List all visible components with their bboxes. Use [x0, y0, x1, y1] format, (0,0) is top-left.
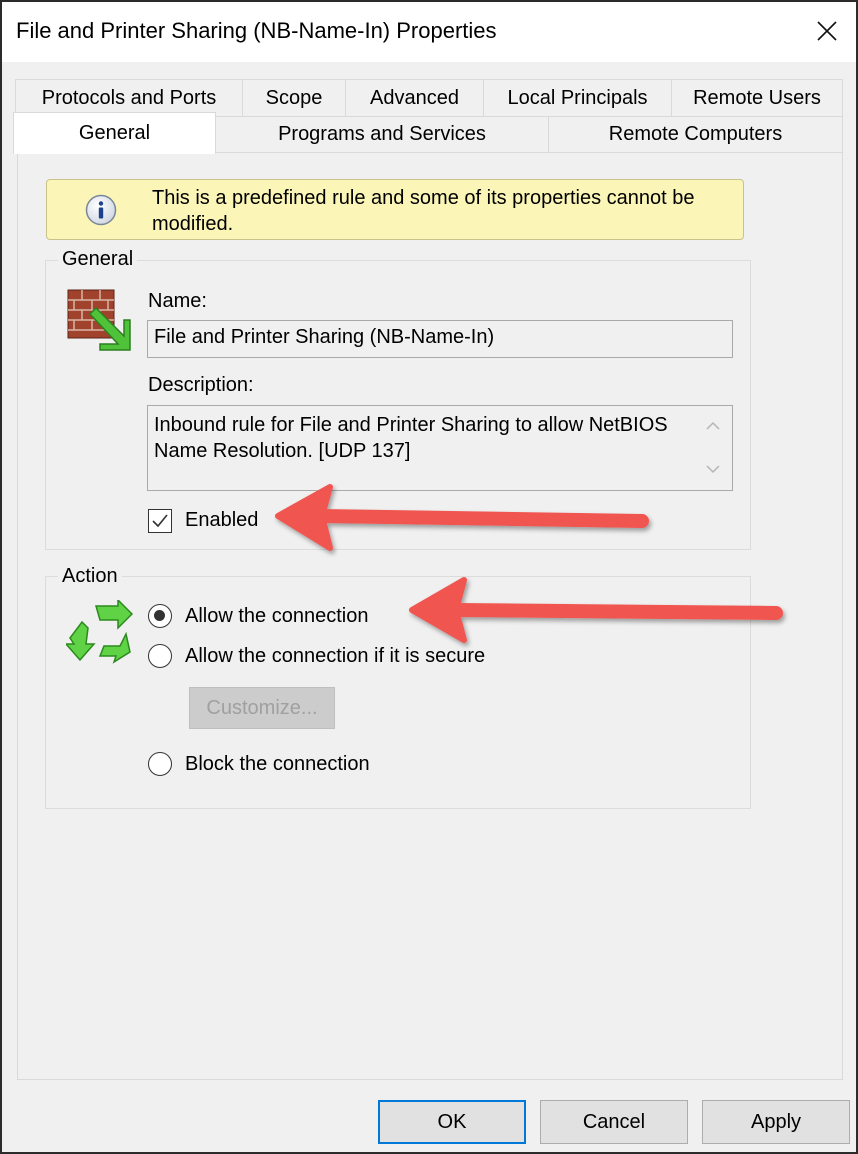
ok-button[interactable]: OK: [378, 1100, 526, 1144]
info-icon: [85, 194, 117, 226]
allow-if-secure-label: Allow the connection if it is secure: [185, 645, 486, 667]
tab-label: Remote Computers: [608, 123, 783, 145]
block-connection-label: Block the connection: [185, 753, 370, 775]
description-text: Inbound rule for File and Printer Sharin…: [154, 414, 668, 462]
refresh-action-icon: [66, 600, 134, 664]
tab-label: General: [78, 122, 151, 144]
tab-remote-computers[interactable]: Remote Computers: [548, 116, 843, 153]
block-connection-radio[interactable]: [148, 752, 172, 776]
tab-label: Advanced: [370, 86, 459, 109]
close-button[interactable]: [798, 2, 856, 60]
customize-button[interactable]: Customize...: [189, 687, 335, 729]
scroll-down-icon[interactable]: [704, 462, 722, 476]
properties-dialog: File and Printer Sharing (NB-Name-In) Pr…: [0, 0, 858, 1154]
tab-label: Scope: [265, 86, 323, 109]
description-label: Description:: [148, 374, 254, 396]
tab-programs-and-services[interactable]: Programs and Services: [215, 116, 549, 153]
tab-remote-users[interactable]: Remote Users: [671, 79, 843, 117]
close-icon: [817, 21, 837, 41]
radio-selected-dot: [154, 610, 165, 621]
tab-general[interactable]: General: [13, 112, 216, 154]
firewall-rule-icon: [67, 289, 131, 351]
allow-connection-label: Allow the connection: [185, 605, 369, 627]
enabled-checkbox[interactable]: [148, 509, 172, 533]
enabled-label: Enabled: [185, 509, 259, 531]
tab-scope[interactable]: Scope: [242, 79, 346, 117]
description-field[interactable]: Inbound rule for File and Printer Sharin…: [147, 405, 733, 491]
allow-connection-radio[interactable]: [148, 604, 172, 628]
title-bar: File and Printer Sharing (NB-Name-In) Pr…: [2, 2, 856, 62]
tab-label: Protocols and Ports: [41, 86, 217, 109]
apply-button[interactable]: Apply: [702, 1100, 850, 1144]
allow-if-secure-radio[interactable]: [148, 644, 172, 668]
tab-label: Remote Users: [693, 86, 821, 109]
check-icon: [152, 514, 168, 528]
cancel-button[interactable]: Cancel: [540, 1100, 688, 1144]
tab-label: Programs and Services: [278, 123, 486, 145]
window-title: File and Printer Sharing (NB-Name-In) Pr…: [16, 18, 497, 43]
info-banner-text: This is a predefined rule and some of it…: [152, 187, 695, 235]
tab-label: Local Principals: [507, 86, 648, 109]
general-group-label: General: [58, 248, 138, 271]
tab-local-principals[interactable]: Local Principals: [483, 79, 672, 117]
scroll-up-icon[interactable]: [704, 419, 722, 433]
name-field[interactable]: File and Printer Sharing (NB-Name-In): [147, 320, 733, 358]
name-label: Name:: [148, 290, 207, 312]
action-group-label: Action: [58, 565, 122, 588]
tab-advanced[interactable]: Advanced: [345, 79, 484, 117]
